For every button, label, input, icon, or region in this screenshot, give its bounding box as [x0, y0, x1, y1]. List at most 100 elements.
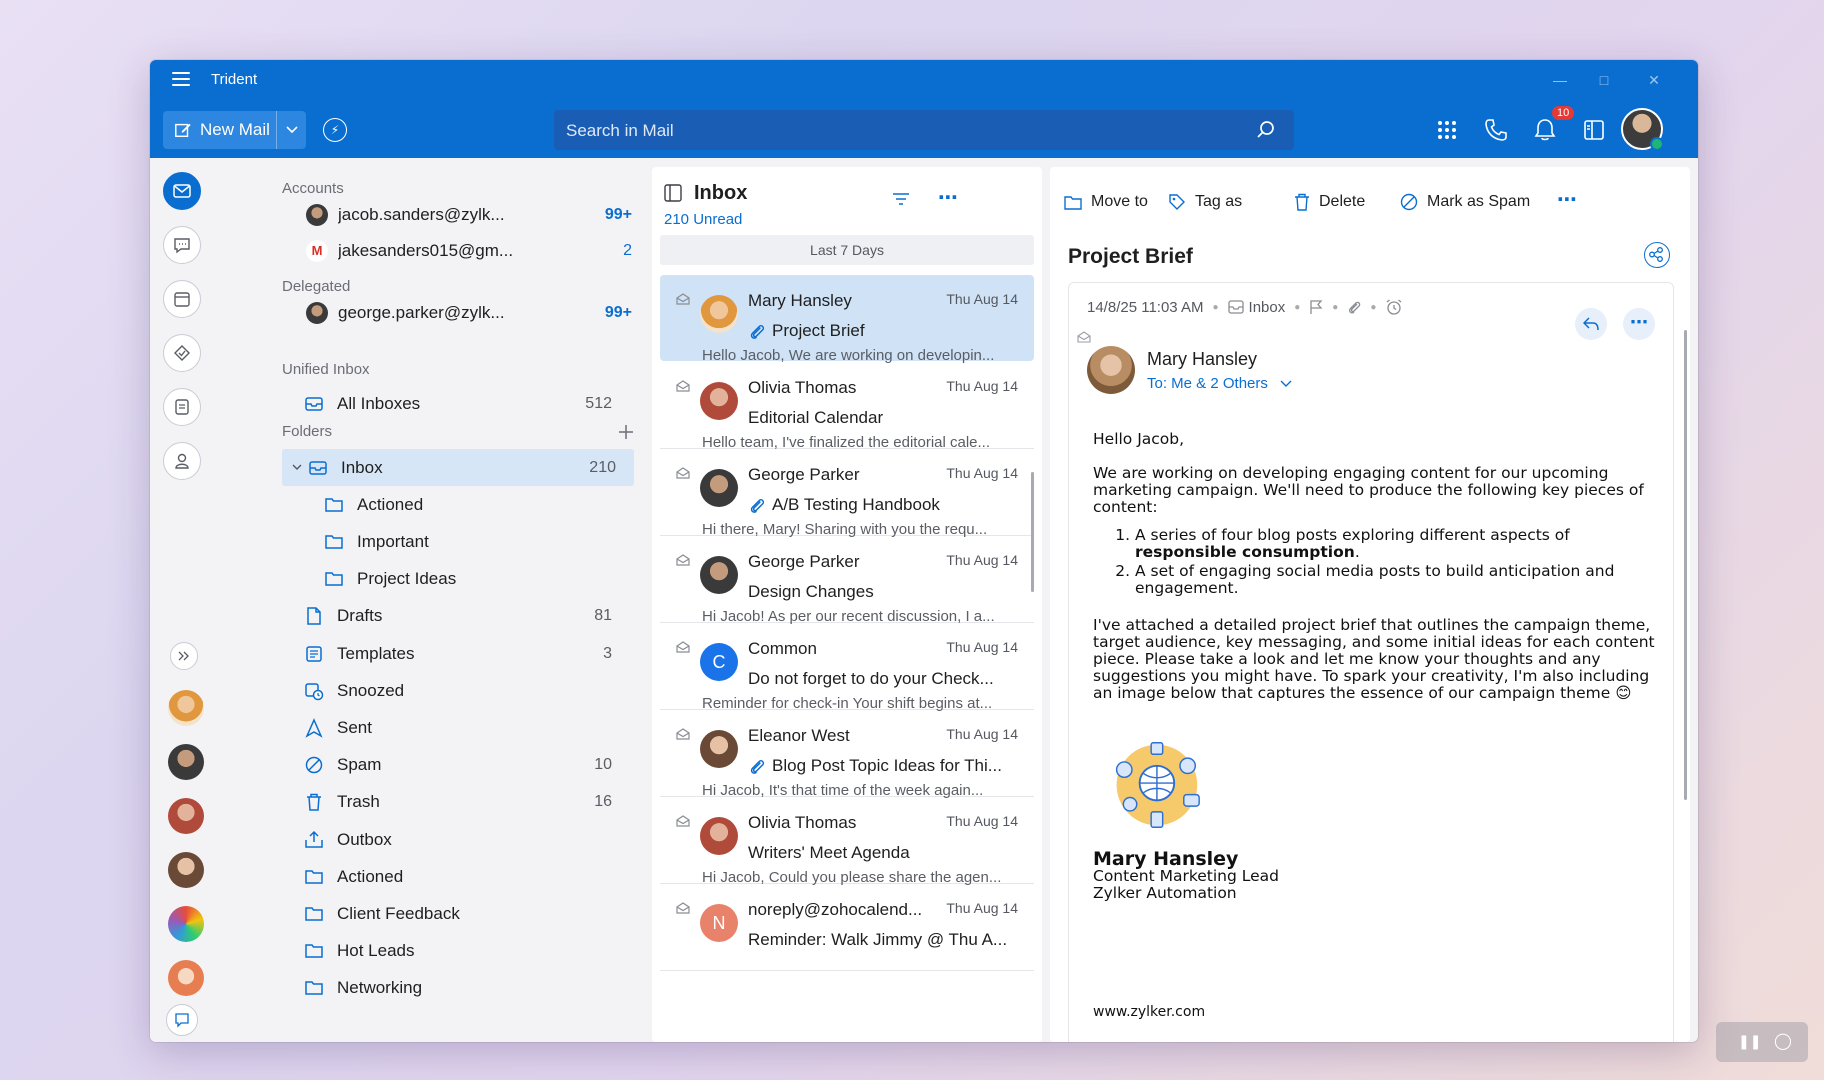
menu-icon[interactable] — [172, 72, 190, 86]
recording-controls[interactable]: ❚❚ ◯ — [1716, 1022, 1808, 1062]
rail-notes[interactable] — [163, 388, 201, 426]
add-folder-icon[interactable] — [618, 424, 634, 440]
trash-icon — [307, 794, 321, 812]
mail-list-item[interactable]: Mary Hansley Thu Aug 14 Project Brief Hello… — [660, 275, 1034, 364]
mail-list-item[interactable]: Nnoreply@zohocalend... Thu Aug 14 Reminder… — [660, 884, 1034, 971]
apps-grid-icon[interactable] — [1434, 117, 1460, 143]
unread-count[interactable]: 210 Unread — [664, 211, 742, 228]
share-icon[interactable] — [1644, 242, 1670, 268]
envelope-open-icon[interactable] — [676, 641, 690, 653]
minimize-icon[interactable]: — — [1540, 68, 1580, 92]
folder-client-feedback[interactable]: Client Feedback — [304, 895, 630, 932]
delegated-account-item[interactable]: george.parker@zylk... 99+ — [306, 298, 632, 328]
contact-avatar[interactable] — [168, 906, 204, 942]
message-date: 14/8/25 11:03 AM — [1087, 298, 1204, 316]
phone-icon[interactable] — [1483, 117, 1509, 143]
attachment-icon — [750, 760, 765, 774]
new-mail-button[interactable]: New Mail — [163, 111, 306, 149]
chevron-down-icon[interactable] — [292, 464, 302, 472]
mail-list-item[interactable]: Eleanor West Thu Aug 14 Blog Post Topic Id… — [660, 710, 1034, 799]
quick-actions-icon[interactable]: ⚡ — [323, 118, 347, 142]
envelope-open-icon[interactable] — [676, 728, 690, 740]
envelope-open-icon[interactable] — [676, 902, 690, 914]
rail-feedback[interactable] — [166, 1004, 198, 1036]
delegated-heading: Delegated — [282, 278, 351, 295]
folder-project-ideas[interactable]: Project Ideas — [324, 561, 630, 598]
filter-icon[interactable] — [892, 192, 910, 206]
folder-templates[interactable]: Templates 3 — [304, 635, 630, 672]
folder-important[interactable]: Important — [324, 523, 630, 560]
account-item[interactable]: jacob.sanders@zylk... 99+ — [306, 200, 632, 230]
folder-drafts[interactable]: Drafts 81 — [304, 598, 630, 635]
folder-spam[interactable]: Spam 10 — [304, 747, 630, 784]
tag-as-button[interactable]: Tag as — [1168, 193, 1242, 211]
envelope-open-icon[interactable] — [676, 467, 690, 479]
envelope-open-icon[interactable] — [676, 815, 690, 827]
mail-list-item[interactable]: Olivia Thomas Thu Aug 14 Writers' Meet Age… — [660, 797, 1034, 886]
mail-subject: Blog Post Topic Ideas for Thi... — [772, 756, 1002, 775]
more-options-icon[interactable]: ⋯ — [938, 185, 958, 210]
rail-expand[interactable] — [170, 642, 198, 670]
rail-chat[interactable] — [163, 226, 201, 264]
contact-avatar[interactable] — [168, 798, 204, 834]
maximize-icon[interactable]: □ — [1584, 68, 1624, 92]
mark-spam-button[interactable]: Mark as Spam — [1400, 193, 1530, 211]
folder-name: All Inboxes — [337, 393, 421, 413]
scrollbar[interactable] — [1031, 472, 1034, 592]
search-input[interactable]: Search in Mail — [554, 110, 1294, 150]
mail-list-item[interactable]: Olivia Thomas Thu Aug 14 Editorial Calenda… — [660, 362, 1034, 451]
camera-off-icon[interactable]: ◯ — [1774, 1031, 1792, 1051]
folder-hot-leads[interactable]: Hot Leads — [304, 933, 630, 970]
folder-outbox[interactable]: Outbox — [304, 821, 630, 858]
date-range-header: Last 7 Days — [660, 235, 1034, 265]
search-icon[interactable] — [1256, 120, 1276, 140]
contact-avatar[interactable] — [168, 852, 204, 888]
body-paragraph: We are working on developing engaging co… — [1093, 464, 1644, 516]
envelope-open-icon[interactable] — [676, 554, 690, 566]
flag-icon[interactable] — [1309, 299, 1323, 315]
rail-mail[interactable] — [163, 172, 201, 210]
sender-name[interactable]: Mary Hansley — [1147, 349, 1257, 370]
pause-icon[interactable]: ❚❚ — [1738, 1033, 1761, 1050]
mail-list-item[interactable]: George Parker Thu Aug 14 A/B Testing Handb… — [660, 449, 1034, 538]
sender-avatar[interactable] — [1087, 346, 1135, 394]
contact-avatar[interactable] — [168, 690, 204, 726]
account-item[interactable]: M jakesanders015@gm... 2 — [306, 236, 632, 266]
mail-list-item[interactable]: George Parker Thu Aug 14 Design Changes Hi … — [660, 536, 1034, 625]
rail-tasks[interactable] — [163, 334, 201, 372]
collapse-panel-icon[interactable] — [664, 184, 682, 202]
folder-networking[interactable]: Networking — [304, 970, 630, 1007]
rail-contacts[interactable] — [163, 442, 201, 480]
envelope-open-icon[interactable] — [676, 380, 690, 392]
rail-calendar[interactable] — [163, 280, 201, 318]
move-to-button[interactable]: Move to — [1064, 193, 1148, 211]
envelope-open-icon[interactable] — [676, 293, 690, 305]
attachment-icon[interactable] — [1347, 299, 1361, 315]
folder-actioned[interactable]: Actioned — [304, 858, 630, 895]
profile-avatar[interactable] — [1621, 108, 1664, 151]
folder-count: 16 — [594, 793, 612, 811]
campaign-illustration[interactable] — [1107, 737, 1203, 833]
folder-actioned[interactable]: Actioned — [324, 486, 630, 523]
layout-toggle-icon[interactable] — [1581, 117, 1607, 143]
message-folder[interactable]: Inbox — [1249, 299, 1286, 316]
contact-avatar[interactable] — [168, 960, 204, 996]
scrollbar[interactable] — [1684, 330, 1687, 800]
folder-snoozed[interactable]: Snoozed — [304, 672, 630, 709]
folder-sent[interactable]: Sent — [304, 709, 630, 746]
folder-trash[interactable]: Trash 16 — [304, 784, 630, 821]
close-icon[interactable]: ✕ — [1634, 68, 1674, 92]
delete-button[interactable]: Delete — [1294, 193, 1365, 211]
more-actions-icon[interactable]: ⋯ — [1557, 187, 1577, 212]
mail-list-item[interactable]: C Common Thu Aug 14 Do not forget to do you… — [660, 623, 1034, 712]
all-inboxes-item[interactable]: All Inboxes 512 — [304, 385, 630, 422]
website-link[interactable]: www.zylker.com — [1093, 1004, 1205, 1020]
message-more-icon[interactable]: ⋯ — [1623, 308, 1655, 340]
new-mail-dropdown[interactable] — [276, 111, 306, 149]
notification-bell-icon[interactable] — [1532, 117, 1558, 143]
contact-avatar[interactable] — [168, 744, 204, 780]
reminder-alarm-icon[interactable] — [1385, 298, 1403, 316]
recipients-toggle[interactable]: To: Me & 2 Others — [1147, 375, 1292, 392]
folder-inbox[interactable]: Inbox 210 — [282, 449, 634, 486]
reply-button[interactable] — [1575, 308, 1607, 340]
